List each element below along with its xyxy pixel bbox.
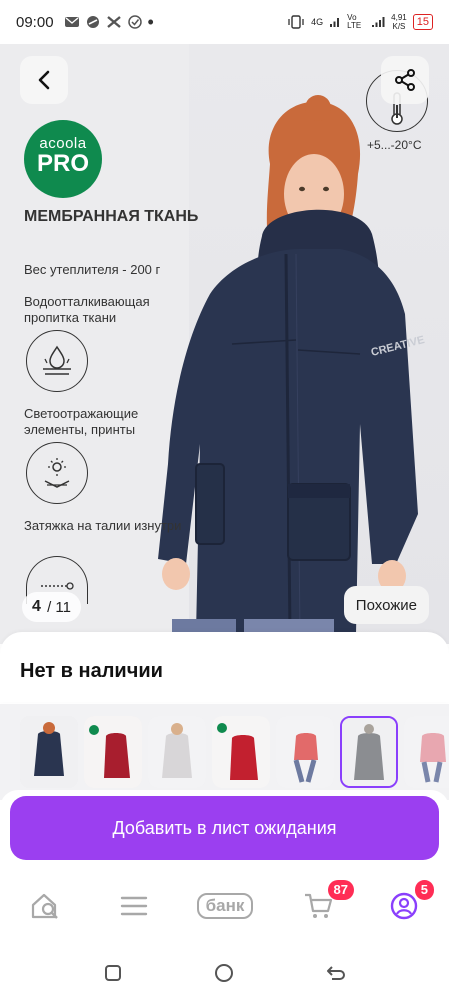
feature-label-waist: Затяжка на талии изнутри: [24, 518, 182, 533]
check-circle-icon: [127, 15, 142, 29]
feature-label-reflective: Светоотражающие элементы, принты: [24, 406, 139, 437]
back-arrow-icon: [327, 966, 345, 980]
signal-icon: [330, 18, 340, 27]
brand-logo: acoola PRO: [24, 120, 102, 198]
menu-icon: [120, 896, 148, 916]
availability-title: Нет в наличии: [20, 660, 163, 682]
status-bar: 09:00 • 4G Vo LTE 4,91 K/S 15: [0, 0, 449, 44]
chevron-left-icon: [38, 70, 50, 90]
share-icon: [395, 69, 415, 91]
vibrate-icon: [288, 15, 304, 29]
nav-profile[interactable]: 5: [380, 880, 434, 928]
insulation-weight: Вес утеплителя - 200 г: [24, 262, 161, 277]
nav-cart[interactable]: 87: [294, 880, 354, 928]
home-search-icon: [31, 893, 58, 919]
thumbnail-6-selected[interactable]: [340, 716, 398, 788]
thumbnail-1[interactable]: [20, 716, 78, 788]
photo-counter-total: 11: [55, 598, 71, 616]
photo-counter-current: 4: [32, 598, 41, 615]
volte-label: Vo LTE: [347, 13, 362, 30]
similar-button[interactable]: Похожие: [343, 586, 429, 624]
nav-catalog[interactable]: [110, 884, 158, 928]
network-gen: 4G: [311, 17, 324, 27]
back-button[interactable]: [20, 56, 68, 104]
feature-title: МЕМБРАННАЯ ТКАНЬ: [24, 208, 199, 225]
status-time: 09:00: [16, 13, 54, 31]
thumbnail-4[interactable]: [212, 716, 270, 788]
mail-icon: [64, 17, 79, 27]
thumbnail-3[interactable]: [148, 716, 206, 788]
add-to-waitlist-button[interactable]: Добавить в лист ожидания: [10, 796, 439, 860]
status-right: 4G Vo LTE 4,91 K/S 15: [287, 13, 433, 31]
availability-section: Нет в наличии: [0, 632, 449, 702]
cart-icon: [305, 893, 333, 918]
data-speed: 4,91 K/S: [391, 13, 407, 31]
photo-counter-sep: /: [42, 598, 56, 616]
water-repellent-icon: [26, 330, 88, 392]
product-image-carousel[interactable]: CREATIVE +5...-20°C acoola PRO МЕМБРАННА…: [0, 44, 449, 644]
more-notifications-dot: •: [147, 12, 154, 32]
nav-bank[interactable]: банк: [194, 884, 256, 928]
thumbnail-2[interactable]: [84, 716, 142, 788]
battery-indicator: 15: [412, 14, 433, 30]
signal-strength-icon: [372, 17, 385, 27]
screen: 09:00 • 4G Vo LTE 4,91 K/S 15 CREATIVE +…: [0, 0, 449, 1000]
temperature-range: +5...-20°C: [367, 138, 422, 152]
recents-button[interactable]: [102, 962, 124, 984]
brand-logo-line2: PRO: [36, 150, 89, 177]
data-speed-unit: K/S: [392, 22, 406, 31]
profile-badge: 5: [414, 880, 434, 900]
photo-counter: 4 / 11: [22, 592, 81, 622]
data-speed-value: 4,91: [391, 13, 407, 22]
thumbnail-7[interactable]: [404, 716, 449, 788]
butterfly-app-icon: [106, 16, 121, 28]
system-back-button[interactable]: [325, 962, 347, 984]
system-navigation: [0, 944, 449, 1000]
profile-icon: [390, 892, 418, 920]
thumbnail-5[interactable]: [276, 716, 334, 788]
home-button[interactable]: [213, 962, 235, 984]
cta-container: Добавить в лист ожидания: [0, 790, 449, 870]
reflective-icon: [26, 442, 88, 504]
nav-home[interactable]: [22, 884, 70, 928]
bank-icon: банк: [196, 893, 254, 919]
share-button[interactable]: [381, 56, 429, 104]
bottom-navigation: банк 87 5: [0, 868, 449, 944]
cart-badge: 87: [327, 880, 354, 900]
recents-icon: [105, 965, 121, 981]
variant-thumbnails: [0, 704, 449, 800]
feature-label-water: Водоотталкивающая пропитка ткани: [24, 294, 150, 325]
circle-app-icon: [86, 16, 99, 28]
home-circle-icon: [215, 964, 233, 982]
status-notification-icons: •: [64, 12, 154, 32]
